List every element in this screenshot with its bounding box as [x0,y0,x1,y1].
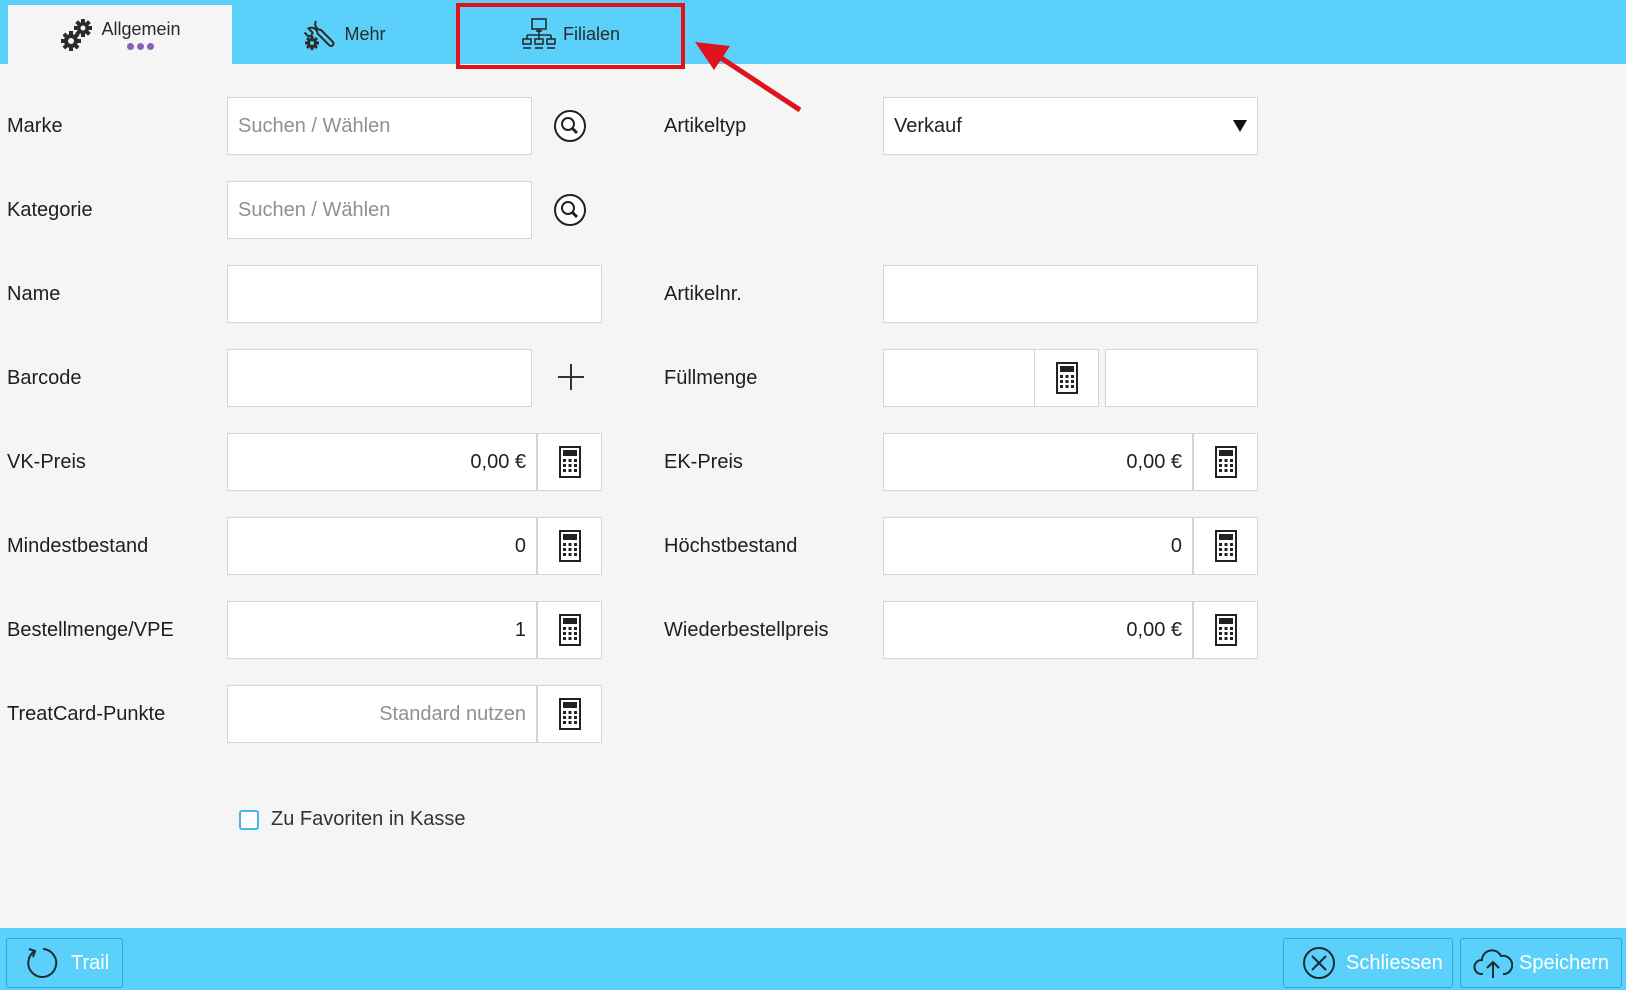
favoriten-checkbox[interactable] [239,809,259,830]
more-dots-icon [127,43,155,50]
mindestbestand-calculator-button[interactable] [537,517,602,575]
vk-preis-label: VK-Preis [7,451,86,473]
name-label: Name [7,283,61,305]
wiederbestellpreis-label: Wiederbestellpreis [664,619,829,641]
kategorie-input-wrap [227,181,532,239]
kategorie-input[interactable] [228,182,531,238]
vk-preis-input-wrap [227,433,537,491]
bestellmenge-input[interactable] [228,602,536,658]
close-circle-icon [1303,947,1335,979]
ek-preis-calculator-button[interactable] [1193,433,1258,491]
hoechstbestand-calculator-button[interactable] [1193,517,1258,575]
fuellmenge-label: Füllmenge [664,367,758,389]
speichern-button[interactable]: Speichern [1460,938,1622,988]
wrench-gear-icon [304,20,335,50]
treatcard-input-wrap [227,685,537,743]
speichern-button-label: Speichern [1519,951,1610,974]
tab-bar: Allgemein Mehr Filialen [0,0,1626,64]
marke-search-button[interactable] [550,106,590,146]
wiederbestellpreis-input[interactable] [884,602,1192,658]
vk-preis-calculator-button[interactable] [537,433,602,491]
artikeltyp-label: Artikeltyp [664,115,747,137]
artikelnr-input-wrap [883,265,1258,323]
marke-input-wrap [227,97,532,155]
calculator-icon [558,446,581,478]
calculator-icon [1055,362,1078,394]
name-input[interactable] [228,266,601,322]
tab-mehr[interactable]: Mehr [232,5,456,64]
calculator-icon [558,614,581,646]
tab-label: Allgemein [101,19,181,39]
marke-label: Marke [7,115,63,137]
trail-button[interactable]: Trail [6,938,123,988]
ek-preis-input[interactable] [884,434,1192,490]
gears-icon [61,18,93,51]
calculator-icon [1214,446,1237,478]
favoriten-checkbox-row[interactable]: Zu Favoriten in Kasse [239,808,466,831]
caret-down-icon [1233,120,1247,132]
bestellmenge-input-wrap [227,601,537,659]
plus-icon [558,364,584,390]
tab-allgemein[interactable]: Allgemein [8,5,232,64]
barcode-input[interactable] [228,350,531,406]
trail-button-label: Trail [71,951,110,974]
treatcard-input[interactable] [228,686,536,742]
favoriten-checkbox-label: Zu Favoriten in Kasse [271,808,466,830]
search-icon [554,194,586,226]
highlight-box [456,3,685,69]
fuellmenge-unit-wrap [1105,349,1258,407]
hoechstbestand-label: Höchstbestand [664,535,798,557]
wiederbestellpreis-input-wrap [883,601,1193,659]
tab-label: Mehr [344,24,386,44]
ek-preis-label: EK-Preis [664,451,743,473]
artikelnr-input[interactable] [884,266,1257,322]
mindestbestand-label: Mindestbestand [7,535,149,557]
wiederbestellpreis-calculator-button[interactable] [1193,601,1258,659]
barcode-input-wrap [227,349,532,407]
fuellmenge-input-wrap [883,349,1035,407]
bestellmenge-label: Bestellmenge/VPE [7,619,174,641]
hoechstbestand-input-wrap [883,517,1193,575]
barcode-label: Barcode [7,367,82,389]
cloud-upload-icon [1473,949,1513,978]
calculator-icon [558,530,581,562]
calculator-icon [1214,530,1237,562]
vk-preis-input[interactable] [228,434,536,490]
bottom-bar: Trail Schliessen Speichern [0,928,1626,990]
hoechstbestand-input[interactable] [884,518,1192,574]
marke-input[interactable] [228,98,531,154]
fuellmenge-calculator-button[interactable] [1034,349,1099,407]
barcode-add-button[interactable] [551,357,591,397]
artikeltyp-select[interactable]: Verkauf [883,97,1258,155]
treatcard-calculator-button[interactable] [537,685,602,743]
fuellmenge-input[interactable] [884,350,1034,406]
mindestbestand-input[interactable] [228,518,536,574]
kategorie-label: Kategorie [7,199,93,221]
mindestbestand-input-wrap [227,517,537,575]
schliessen-button[interactable]: Schliessen [1283,938,1453,988]
schliessen-button-label: Schliessen [1346,951,1443,974]
fuellmenge-unit-input[interactable] [1106,350,1257,406]
kategorie-search-button[interactable] [550,190,590,230]
bestellmenge-calculator-button[interactable] [537,601,602,659]
ek-preis-input-wrap [883,433,1193,491]
calculator-icon [558,698,581,730]
artikelnr-label: Artikelnr. [664,283,742,305]
treatcard-label: TreatCard-Punkte [7,703,166,725]
name-input-wrap [227,265,602,323]
undo-circle-icon [27,948,58,978]
artikeltyp-value: Verkauf [894,114,962,137]
calculator-icon [1214,614,1237,646]
search-icon [554,110,586,142]
